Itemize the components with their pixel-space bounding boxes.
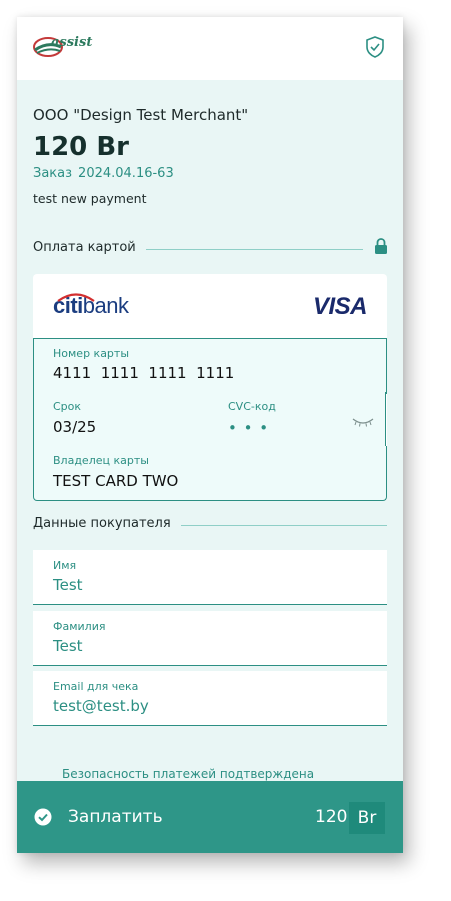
card-brand-logo: VISA	[312, 293, 368, 320]
first-name-field[interactable]: Имя Test	[33, 550, 387, 605]
cvc-label: CVC-код	[228, 400, 276, 413]
pay-button[interactable]: Заплатить 120 Br	[17, 781, 403, 853]
card-holder-value: TEST CARD TWO	[53, 472, 179, 490]
order-number: 2024.04.16-63	[78, 166, 174, 181]
card-holder-field[interactable]: Владелец карты TEST CARD TWO	[33, 446, 387, 501]
payment-page: assist ООО "Design Test Merchant" 120 Br…	[17, 17, 403, 853]
order-info: Заказ 2024.04.16-63	[33, 166, 174, 181]
card-number-label: Номер карты	[53, 347, 130, 360]
cvc-value: • • •	[228, 419, 270, 437]
payment-amount: 120 Br	[33, 132, 129, 162]
expiry-label: Срок	[53, 400, 82, 413]
card-number-value: 4111 1111 1111 1111	[53, 364, 235, 382]
first-name-value: Test	[53, 576, 83, 594]
logo-text: assist	[51, 35, 93, 50]
buyer-section-title: Данные покупателя	[33, 516, 181, 531]
security-note: Безопасность платежей подтверждена	[62, 767, 315, 781]
order-label: Заказ	[33, 166, 73, 181]
expiry-value: 03/25	[53, 418, 97, 436]
last-name-label: Фамилия	[53, 620, 106, 633]
lock-icon	[375, 238, 387, 254]
email-value: test@test.by	[53, 697, 149, 715]
merchant-name: ООО "Design Test Merchant"	[33, 106, 249, 124]
citi-arc-icon	[57, 293, 95, 302]
pay-button-label: Заплатить	[68, 807, 163, 827]
last-name-field[interactable]: Фамилия Test	[33, 611, 387, 666]
cvc-field[interactable]: CVC-код • • •	[209, 392, 386, 447]
shield-check-icon	[366, 36, 384, 58]
header: assist	[17, 17, 403, 80]
check-circle-icon	[34, 808, 52, 826]
pay-currency: Br	[349, 802, 385, 834]
card-section-title: Оплата картой	[33, 240, 146, 255]
email-field[interactable]: Email для чека test@test.by	[33, 671, 387, 726]
expiry-field[interactable]: Срок 03/25	[33, 392, 210, 447]
pay-amount: 120	[315, 807, 348, 827]
eye-closed-icon[interactable]	[352, 417, 374, 427]
card-number-field[interactable]: Номер карты 4111 1111 1111 1111	[33, 338, 387, 394]
first-name-label: Имя	[53, 559, 77, 572]
last-name-value: Test	[53, 637, 83, 655]
card-holder-label: Владелец карты	[53, 454, 149, 467]
payment-description: test new payment	[33, 191, 147, 206]
email-label: Email для чека	[53, 680, 139, 693]
